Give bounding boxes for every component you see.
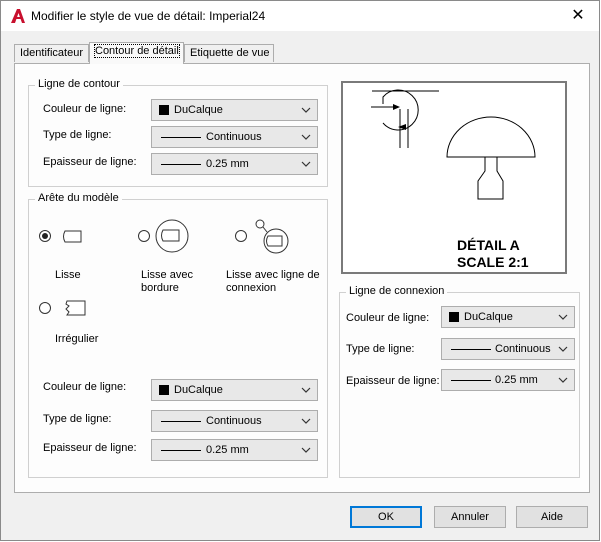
chevron-down-icon xyxy=(558,346,568,352)
dialog-window: Modifier le style de vue de détail: Impe… xyxy=(0,0,600,541)
color-swatch xyxy=(449,312,459,322)
radio-lisse-avec-ligne-de-connexion[interactable] xyxy=(235,230,247,242)
edge-lineweight-label: Epaisseur de ligne: xyxy=(43,442,137,454)
contour-linetype-select[interactable]: Continuous xyxy=(151,126,318,148)
group-title: Ligne de contour xyxy=(35,78,123,90)
contour-lineweight-select[interactable]: 0.25 mm xyxy=(151,153,318,175)
color-swatch xyxy=(159,105,169,115)
detail-preview-drawing xyxy=(371,89,536,200)
option-lisse-label: Lisse xyxy=(55,269,81,281)
edge-linetype-select[interactable]: Continuous xyxy=(151,410,318,432)
combo-value: DuCalque xyxy=(174,104,223,116)
combo-value: 0.25 mm xyxy=(206,444,249,456)
preview-detail-label: DÉTAIL A xyxy=(457,237,520,253)
tab-label: Etiquette de vue xyxy=(190,47,270,59)
line-sample xyxy=(161,137,201,138)
line-sample xyxy=(161,450,201,451)
color-swatch xyxy=(159,385,169,395)
chevron-down-icon xyxy=(301,447,311,453)
tab-identificateur[interactable]: Identificateur xyxy=(14,44,89,62)
radio-irregulier[interactable] xyxy=(39,302,51,314)
combo-value: DuCalque xyxy=(174,384,223,396)
group-title: Ligne de connexion xyxy=(346,285,448,297)
smooth-edge-icon xyxy=(63,230,82,243)
radio-lisse-avec-bordure[interactable] xyxy=(138,230,150,242)
irregular-edge-icon xyxy=(65,300,86,316)
radio-lisse[interactable] xyxy=(39,230,51,242)
edge-color-label: Couleur de ligne: xyxy=(43,381,127,393)
contour-color-label: Couleur de ligne: xyxy=(43,103,127,115)
autocad-app-icon xyxy=(11,9,25,23)
window-title: Modifier le style de vue de détail: Impe… xyxy=(31,9,266,23)
smooth-edge-connection-icon xyxy=(255,219,289,254)
combo-value: 0.25 mm xyxy=(495,374,538,386)
chevron-down-icon xyxy=(558,314,568,320)
combo-value: Continuous xyxy=(206,415,262,427)
option-lisse-avec-bordure-label: Lisse avec bordure xyxy=(141,269,193,294)
connection-linetype-label: Type de ligne: xyxy=(346,343,415,355)
connection-lineweight-label: Epaisseur de ligne: xyxy=(346,375,440,387)
smooth-edge-border-icon xyxy=(155,219,189,253)
tab-contour-de-detail[interactable]: Contour de détail xyxy=(89,42,184,64)
contour-lineweight-label: Epaisseur de ligne: xyxy=(43,156,137,168)
close-icon[interactable]: ✕ xyxy=(567,6,589,26)
chevron-down-icon xyxy=(558,377,568,383)
group-title: Arête du modèle xyxy=(35,192,122,204)
line-sample xyxy=(451,349,491,350)
connection-color-select[interactable]: DuCalque xyxy=(441,306,575,328)
chevron-down-icon xyxy=(301,134,311,140)
contour-color-select[interactable]: DuCalque xyxy=(151,99,318,121)
option-irregulier-label: Irrégulier xyxy=(55,333,99,345)
combo-value: DuCalque xyxy=(464,311,513,323)
edge-linetype-label: Type de ligne: xyxy=(43,413,112,425)
line-sample xyxy=(451,380,491,381)
connection-lineweight-select[interactable]: 0.25 mm xyxy=(441,369,575,391)
line-sample xyxy=(161,421,201,422)
contour-linetype-label: Type de ligne: xyxy=(43,129,112,141)
chevron-down-icon xyxy=(301,107,311,113)
help-button[interactable]: Aide xyxy=(516,506,588,528)
chevron-down-icon xyxy=(301,161,311,167)
combo-value: 0.25 mm xyxy=(206,158,249,170)
combo-value: Continuous xyxy=(495,343,551,355)
chevron-down-icon xyxy=(301,418,311,424)
edge-color-select[interactable]: DuCalque xyxy=(151,379,318,401)
preview-scale-label: SCALE 2:1 xyxy=(457,254,529,270)
combo-value: Continuous xyxy=(206,131,262,143)
edge-lineweight-select[interactable]: 0.25 mm xyxy=(151,439,318,461)
ok-button[interactable]: OK xyxy=(350,506,422,528)
connection-linetype-select[interactable]: Continuous xyxy=(441,338,575,360)
tab-label: Contour de détail xyxy=(94,44,180,58)
connection-color-label: Couleur de ligne: xyxy=(346,312,430,324)
chevron-down-icon xyxy=(301,387,311,393)
line-sample xyxy=(161,164,201,165)
radio-dot xyxy=(42,233,48,239)
tab-etiquette-de-vue[interactable]: Etiquette de vue xyxy=(184,44,274,62)
cancel-button[interactable]: Annuler xyxy=(434,506,506,528)
detail-preview: DÉTAIL A SCALE 2:1 xyxy=(341,81,567,274)
tab-label: Identificateur xyxy=(20,47,83,59)
title-bar: Modifier le style de vue de détail: Impe… xyxy=(1,1,599,31)
option-lisse-avec-ligne-label: Lisse avec ligne de connexion xyxy=(226,269,320,294)
